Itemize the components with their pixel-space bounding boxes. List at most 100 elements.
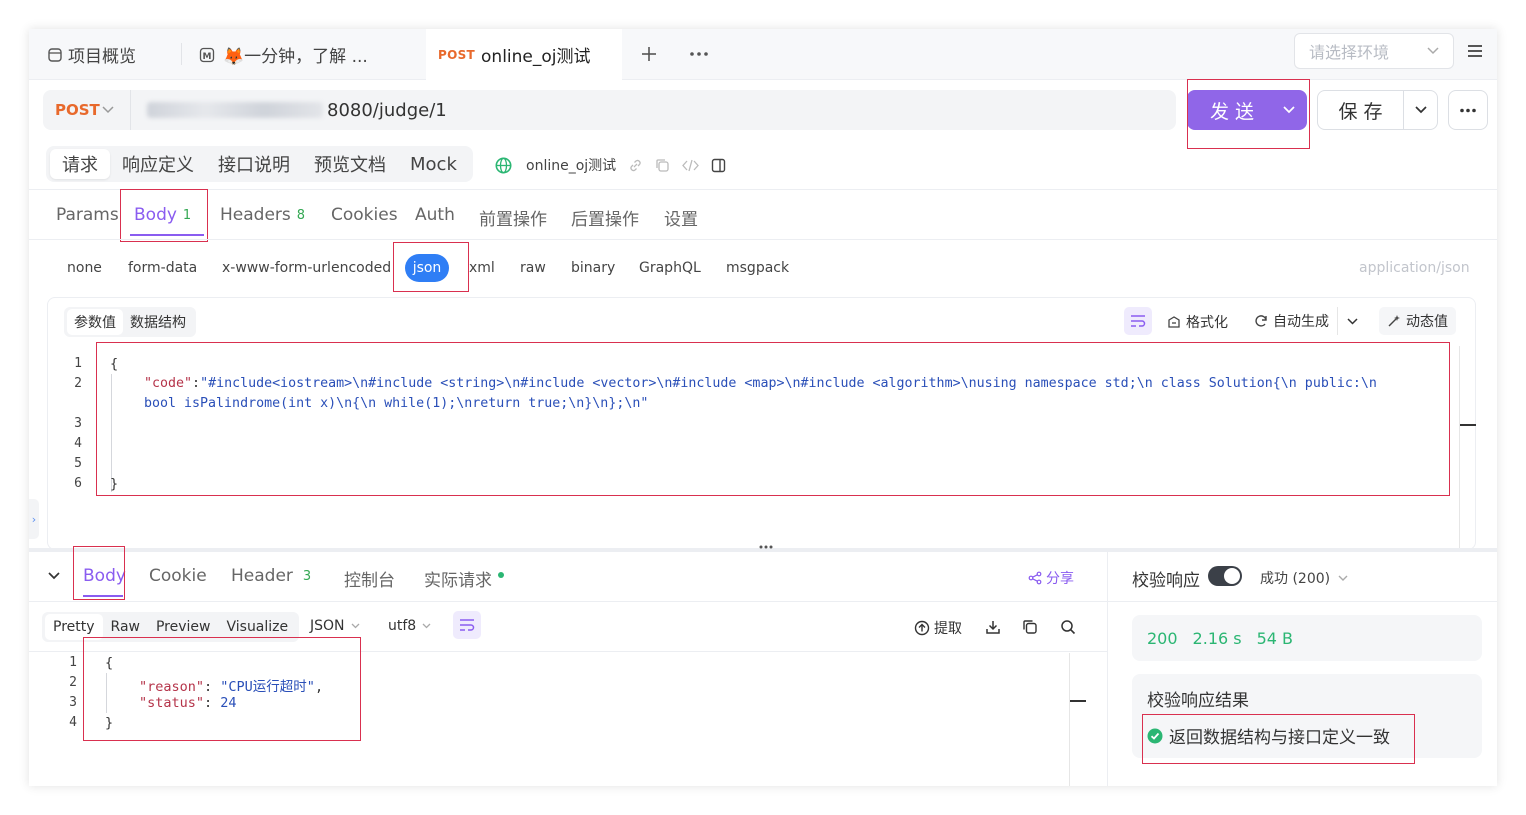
body-type-msgpack[interactable]: msgpack xyxy=(726,260,789,276)
tab-preview-docs[interactable]: 预览文档 xyxy=(302,149,398,179)
view-pretty[interactable]: Pretty xyxy=(45,614,103,640)
download-icon[interactable] xyxy=(985,619,1001,635)
tab-pre-operations[interactable]: 前置操作 xyxy=(479,205,547,230)
collapse-response-icon[interactable] xyxy=(48,572,60,580)
response-key: "reason" xyxy=(139,679,205,695)
view-raw[interactable]: Raw xyxy=(103,614,148,640)
save-label: 保 存 xyxy=(1338,100,1383,123)
tab-param-values[interactable]: 参数值 xyxy=(67,309,123,335)
tab-settings[interactable]: 设置 xyxy=(664,205,698,230)
code-icon[interactable] xyxy=(682,158,700,173)
drag-handle-icon[interactable] xyxy=(759,545,773,549)
view-visualize[interactable]: Visualize xyxy=(218,614,296,640)
tab-api-docs[interactable]: 接口说明 xyxy=(206,149,302,179)
request-body-editor: 参数值 数据结构 格式化 自动生成 动态值 1 2 3 4 5 6 {"cod… xyxy=(47,297,1476,551)
tab-headers[interactable]: Headers 8 xyxy=(220,205,305,225)
method-select[interactable]: POST xyxy=(43,90,131,130)
validation-result-card: 校验响应结果 返回数据结构与接口定义一致 xyxy=(1132,674,1482,758)
body-type-raw[interactable]: raw xyxy=(520,260,546,276)
tab-markdown-doc[interactable]: M 🦊一分钟，了解 ... xyxy=(199,29,419,80)
code-line-2: "code":"#include<iostream>\n#include <st… xyxy=(144,376,1377,391)
line-number: 5 xyxy=(74,456,82,471)
response-tab-actual-request[interactable]: 实际请求 xyxy=(424,566,504,591)
wrap-lines-icon xyxy=(460,619,475,631)
view-preview[interactable]: Preview xyxy=(148,614,219,640)
validate-toggle[interactable] xyxy=(1208,566,1242,586)
tab-request[interactable]: 请求 xyxy=(50,149,110,179)
toggle-knob xyxy=(1224,568,1240,584)
environment-select[interactable]: 请选择环境 xyxy=(1294,33,1454,69)
body-type-graphql[interactable]: GraphQL xyxy=(639,260,701,276)
menu-button[interactable] xyxy=(1463,39,1487,63)
content-type-label: application/json xyxy=(1359,260,1470,276)
copy-icon[interactable] xyxy=(1022,619,1038,635)
tab-project-overview[interactable]: 项目概览 xyxy=(47,29,187,80)
auto-generate-group: 自动生成 xyxy=(1246,307,1377,335)
encoding-select[interactable]: utf8 xyxy=(388,618,431,634)
scrollbar-track[interactable] xyxy=(1459,346,1460,551)
url-input[interactable]: 8080/judge/1 xyxy=(131,90,1176,130)
body-type-form-data[interactable]: form-data xyxy=(128,260,197,276)
tab-bar: 项目概览 M 🦊一分钟，了解 ... POST online_oj测试 请选择环… xyxy=(29,29,1497,80)
format-label: 格式化 xyxy=(1186,315,1228,331)
tab-params[interactable]: Params xyxy=(56,205,119,225)
line-number: 2 xyxy=(69,675,77,690)
response-wrap-button[interactable] xyxy=(453,611,481,639)
side-expand-handle[interactable]: › xyxy=(29,499,39,539)
new-tab-button[interactable] xyxy=(637,42,661,66)
tab-online-oj[interactable]: POST online_oj测试 xyxy=(426,29,622,80)
response-tab-header-label: Header xyxy=(231,566,293,586)
copy-icon[interactable] xyxy=(655,158,670,173)
divider xyxy=(29,601,1107,602)
format-button[interactable]: 格式化 xyxy=(1167,312,1228,332)
body-type-binary[interactable]: binary xyxy=(571,260,615,276)
send-button[interactable]: 发 送 xyxy=(1187,90,1307,130)
format-select[interactable]: JSON xyxy=(310,618,360,634)
code-line-2-wrap: bool isPalindrome(int x)\n{\n while(1);\… xyxy=(144,396,649,411)
tab-cookies[interactable]: Cookies xyxy=(331,205,398,225)
save-options-button[interactable] xyxy=(1403,91,1437,129)
body-type-xml[interactable]: xml xyxy=(469,260,495,276)
tab-data-structure[interactable]: 数据结构 xyxy=(123,312,193,332)
tab-response-definition[interactable]: 响应定义 xyxy=(110,149,206,179)
url-bar: POST 8080/judge/1 xyxy=(43,90,1176,130)
tab-mock[interactable]: Mock xyxy=(398,149,469,179)
scrollbar-marker xyxy=(1070,700,1086,702)
auto-generate-button[interactable]: 自动生成 xyxy=(1246,311,1337,331)
chevron-down-icon xyxy=(1338,575,1348,581)
body-type-urlencoded[interactable]: x-www-form-urlencoded xyxy=(222,260,391,276)
response-tab-header[interactable]: Header 3 xyxy=(231,566,311,586)
share-button[interactable]: 分享 xyxy=(1028,568,1074,588)
response-tab-console[interactable]: 控制台 xyxy=(344,566,395,591)
dynamic-value-label: 动态值 xyxy=(1406,314,1448,330)
dynamic-value-button[interactable]: 动态值 xyxy=(1379,307,1456,335)
save-button[interactable]: 保 存 xyxy=(1317,90,1438,130)
tab-label: 🦊一分钟，了解 ... xyxy=(223,47,368,67)
tab-post-operations[interactable]: 后置操作 xyxy=(571,205,639,230)
tab-body[interactable]: Body 1 xyxy=(134,205,191,225)
body-type-none[interactable]: none xyxy=(67,260,102,276)
send-options-button[interactable] xyxy=(1271,90,1307,130)
more-actions-button[interactable] xyxy=(1448,90,1488,130)
url-path: 8080/judge/1 xyxy=(327,99,447,121)
validate-result-select[interactable]: 成功 (200) xyxy=(1260,568,1348,588)
plus-icon xyxy=(642,47,656,61)
side-panel-icon[interactable] xyxy=(711,158,726,173)
wrap-toggle-button[interactable] xyxy=(1124,307,1152,335)
code-value: "#include<iostream>\n#include <string>\n… xyxy=(200,376,1377,391)
auto-generate-options[interactable] xyxy=(1337,307,1367,335)
tab-method: POST xyxy=(438,47,476,62)
search-icon[interactable] xyxy=(1060,619,1076,635)
tab-more-button[interactable] xyxy=(687,42,711,66)
body-type-json[interactable]: json xyxy=(405,254,449,282)
extract-button[interactable]: 提取 xyxy=(914,618,962,638)
response-tab-cookie[interactable]: Cookie xyxy=(149,566,207,586)
response-tab-body[interactable]: Body xyxy=(83,566,126,586)
tab-auth[interactable]: Auth xyxy=(415,205,455,225)
overview-icon xyxy=(48,47,62,62)
response-line-2: "reason": "CPU运行超时", xyxy=(139,679,324,695)
line-number: 1 xyxy=(69,655,77,670)
link-icon[interactable] xyxy=(628,158,643,173)
response-scrollbar-track[interactable] xyxy=(1069,653,1070,786)
markdown-icon: M xyxy=(199,47,215,62)
